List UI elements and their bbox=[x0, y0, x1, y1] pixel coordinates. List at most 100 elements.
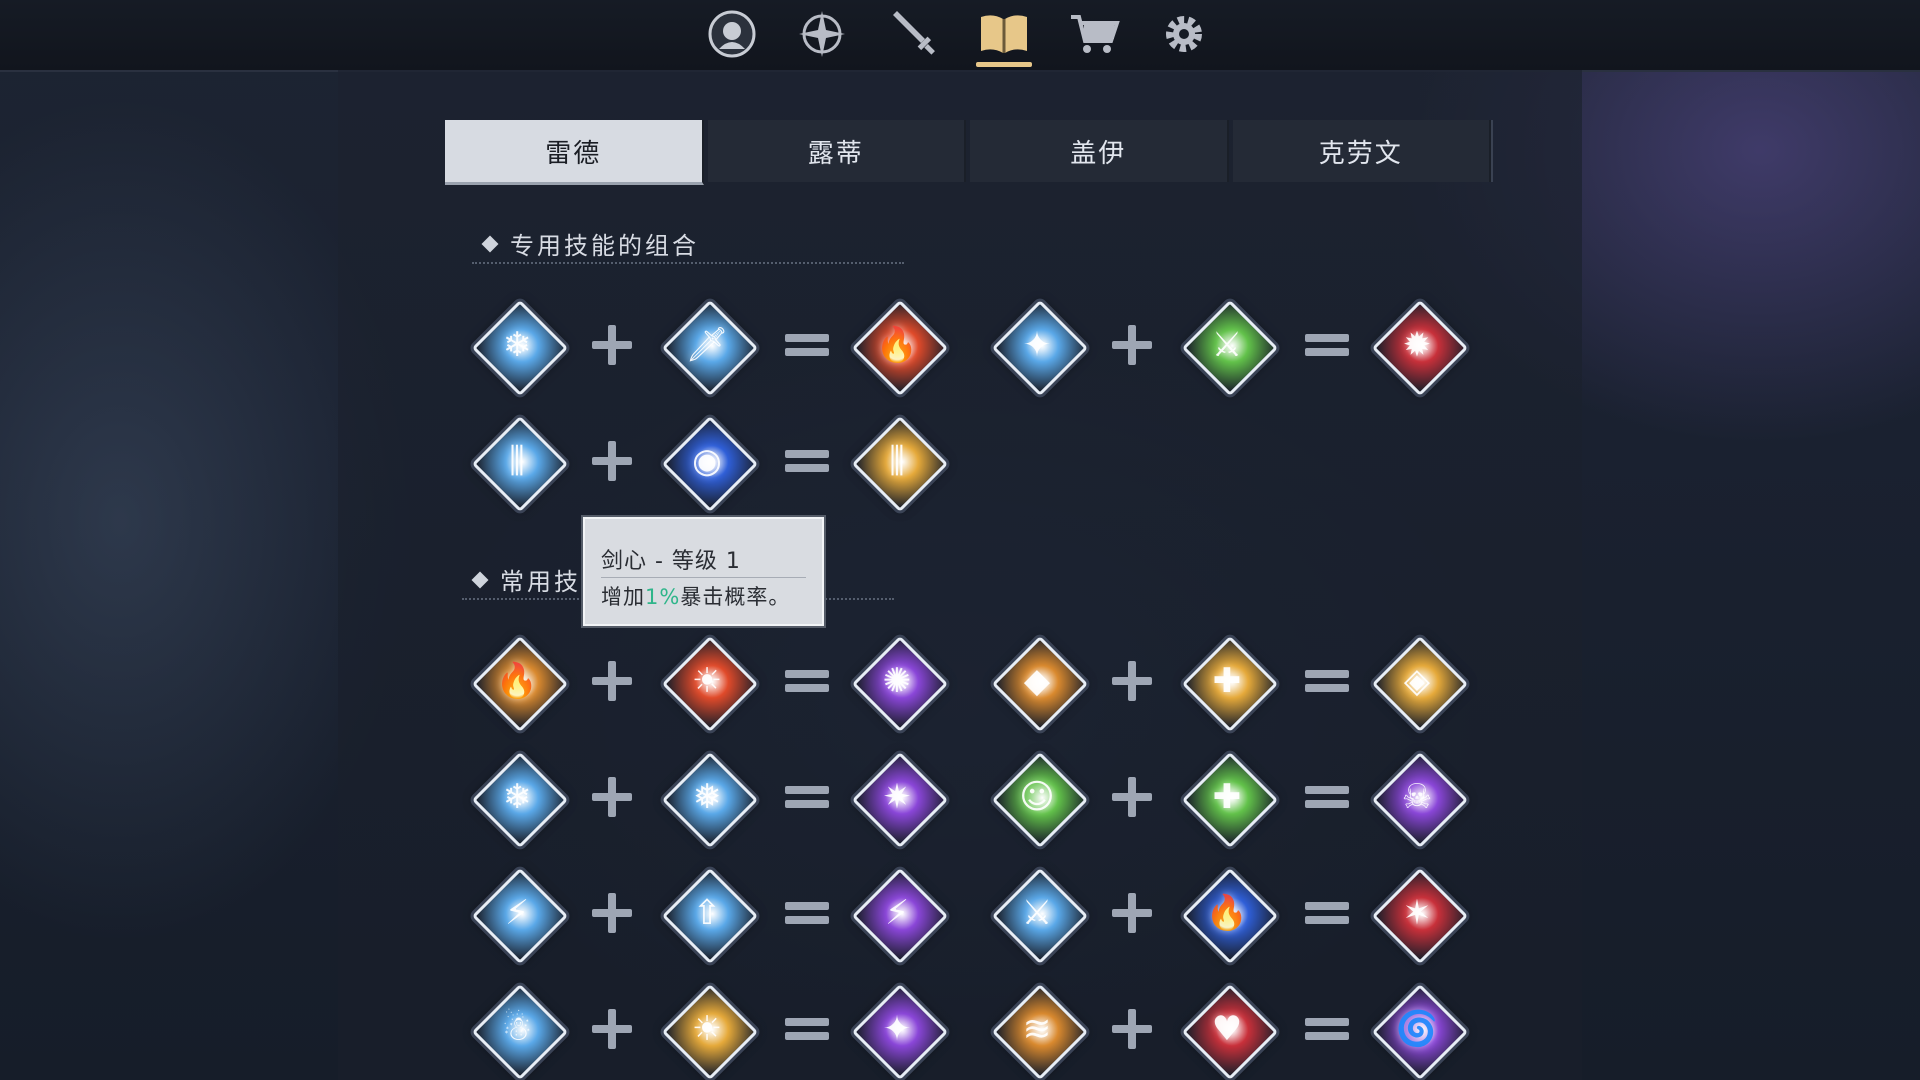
skill-glyph: ⚡ bbox=[505, 893, 529, 933]
orange-whirl-icon[interactable]: ≋ bbox=[991, 983, 1089, 1080]
tab-character-1[interactable]: 雷德 bbox=[445, 120, 704, 185]
red-cracks-icon[interactable]: ✶ bbox=[1371, 867, 1469, 965]
nav-compass-star-icon[interactable] bbox=[792, 4, 852, 64]
skill-glyph: ☺ bbox=[1019, 777, 1055, 817]
skill-glyph: ❄ bbox=[502, 777, 532, 817]
tab-character-3[interactable]: 盖伊 bbox=[970, 120, 1229, 182]
plus-icon bbox=[1107, 656, 1157, 706]
skill-glyph: ⇧ bbox=[692, 893, 722, 933]
equals-icon bbox=[1302, 320, 1352, 370]
skill-glyph: ❄ bbox=[502, 325, 532, 365]
nav-sword-icon[interactable] bbox=[882, 4, 942, 64]
violet-tornado-icon[interactable]: 🌀 bbox=[1371, 983, 1469, 1080]
skill-glyph: ✷ bbox=[882, 777, 912, 817]
tooltip-title: 剑心 - 等级 1 bbox=[601, 549, 741, 574]
plus-icon bbox=[1107, 1004, 1157, 1054]
equals-icon bbox=[1302, 772, 1352, 822]
equals-icon bbox=[1302, 1004, 1352, 1054]
diamond-bullet-icon bbox=[471, 571, 489, 588]
equals-icon bbox=[782, 320, 832, 370]
nav-shopping-cart-icon[interactable] bbox=[1064, 4, 1124, 64]
shadow-spirit-icon[interactable]: ✦ bbox=[851, 983, 949, 1080]
fire-spirit-icon[interactable]: ☀ bbox=[661, 635, 759, 733]
red-heart-icon[interactable]: ♥ bbox=[1181, 983, 1279, 1080]
skill-glyph: ✚ bbox=[1212, 661, 1242, 701]
skill-glyph: ☠ bbox=[1401, 777, 1433, 817]
equals-icon bbox=[782, 888, 832, 938]
skill-glyph: 🔥 bbox=[875, 325, 919, 365]
skill-glyph: ❅ bbox=[692, 777, 722, 817]
green-sword-icon[interactable]: ⚔ bbox=[1181, 299, 1279, 397]
ice-sword-strike-icon[interactable]: ⚔ bbox=[991, 867, 1089, 965]
ice-spirit-icon[interactable]: ☃ bbox=[471, 983, 569, 1080]
skill-glyph: ⫼ bbox=[889, 441, 905, 481]
skill-glyph: ♥ bbox=[1211, 1009, 1243, 1049]
poison-skull-icon[interactable]: ☠ bbox=[1371, 751, 1469, 849]
lightning-orb-icon[interactable]: ⚡ bbox=[471, 867, 569, 965]
plus-icon bbox=[587, 772, 637, 822]
tooltip-desc-prefix: 增加 bbox=[601, 585, 645, 609]
green-spirit-icon[interactable]: ☺ bbox=[991, 751, 1089, 849]
ice-sword-icon[interactable]: 🗡 bbox=[661, 299, 759, 397]
diamond-bullet-icon bbox=[481, 235, 499, 252]
skill-glyph: ☀ bbox=[691, 1009, 723, 1049]
skill-glyph: ✚ bbox=[1212, 777, 1242, 817]
storm-orb-icon[interactable]: ⚡ bbox=[851, 867, 949, 965]
blue-vortex-icon[interactable]: ◉ bbox=[661, 415, 759, 513]
skill-glyph: ✶ bbox=[1402, 893, 1432, 933]
ice-crystals-icon[interactable]: ❄ bbox=[471, 751, 569, 849]
healing-potion-icon[interactable]: ✚ bbox=[1181, 751, 1279, 849]
golden-cross-icon[interactable]: ✚ bbox=[1181, 635, 1279, 733]
nav-character-icon[interactable] bbox=[702, 4, 762, 64]
sun-spirit-icon[interactable]: ☀ bbox=[661, 983, 759, 1080]
ice-sword-burst-icon[interactable]: ✦ bbox=[991, 299, 1089, 397]
plus-icon bbox=[1107, 888, 1157, 938]
tab-character-4[interactable]: 克劳文 bbox=[1232, 120, 1491, 182]
tooltip-divider bbox=[601, 577, 806, 578]
ice-blades-icon[interactable]: ❄ bbox=[471, 299, 569, 397]
nav-open-book-icon[interactable] bbox=[974, 4, 1034, 64]
fire-orb-icon[interactable]: 🔥 bbox=[471, 635, 569, 733]
top-nav-bar bbox=[0, 0, 1920, 72]
skill-glyph: ☀ bbox=[691, 661, 723, 701]
skill-tooltip: 剑心 - 等级 1 增加1%暴击概率。 bbox=[583, 517, 824, 626]
skill-glyph: ⚡ bbox=[885, 893, 909, 933]
rock-shield-icon[interactable]: ◆ bbox=[991, 635, 1089, 733]
plus-icon bbox=[587, 888, 637, 938]
skill-glyph: ✦ bbox=[882, 1009, 912, 1049]
plus-icon bbox=[1107, 772, 1157, 822]
skill-glyph: ⚔ bbox=[1211, 325, 1243, 365]
golden-claws-icon[interactable]: ⫼ bbox=[851, 415, 949, 513]
nav-active-indicator bbox=[976, 62, 1032, 67]
plus-icon bbox=[587, 1004, 637, 1054]
skill-glyph: 🌀 bbox=[1395, 1009, 1439, 1049]
tooltip-desc-value: 1% bbox=[645, 585, 681, 609]
skill-glyph: ◈ bbox=[1403, 661, 1431, 701]
gold-nugget-icon[interactable]: ◈ bbox=[1371, 635, 1469, 733]
lightning-arrow-icon[interactable]: ⇧ bbox=[661, 867, 759, 965]
crimson-burst-icon[interactable]: ✹ bbox=[1371, 299, 1469, 397]
skill-glyph: ≋ bbox=[1022, 1009, 1052, 1049]
plus-icon bbox=[587, 320, 637, 370]
skill-glyph: 🗡 bbox=[685, 325, 729, 365]
skill-glyph: ⫼ bbox=[509, 441, 525, 481]
blue-flame-icon[interactable]: 🔥 bbox=[1181, 867, 1279, 965]
plus-icon bbox=[587, 656, 637, 706]
skill-glyph: ✺ bbox=[882, 661, 912, 701]
equals-icon bbox=[782, 772, 832, 822]
section-divider bbox=[472, 262, 904, 264]
nav-gear-icon[interactable] bbox=[1154, 4, 1214, 64]
skill-glyph: ⚔ bbox=[1021, 893, 1053, 933]
triple-blades-icon[interactable]: ⫼ bbox=[471, 415, 569, 513]
tab-character-2[interactable]: 露蒂 bbox=[707, 120, 966, 182]
equals-icon bbox=[1302, 656, 1352, 706]
skill-glyph: ◆ bbox=[1023, 661, 1051, 701]
flame-slash-icon[interactable]: 🔥 bbox=[851, 299, 949, 397]
amethyst-crystals-icon[interactable]: ✷ bbox=[851, 751, 949, 849]
equals-icon bbox=[782, 436, 832, 486]
equals-icon bbox=[782, 656, 832, 706]
snowflake-icon[interactable]: ❅ bbox=[661, 751, 759, 849]
plus-icon bbox=[587, 436, 637, 486]
skill-glyph: 🔥 bbox=[495, 661, 539, 701]
violet-flame-icon[interactable]: ✺ bbox=[851, 635, 949, 733]
